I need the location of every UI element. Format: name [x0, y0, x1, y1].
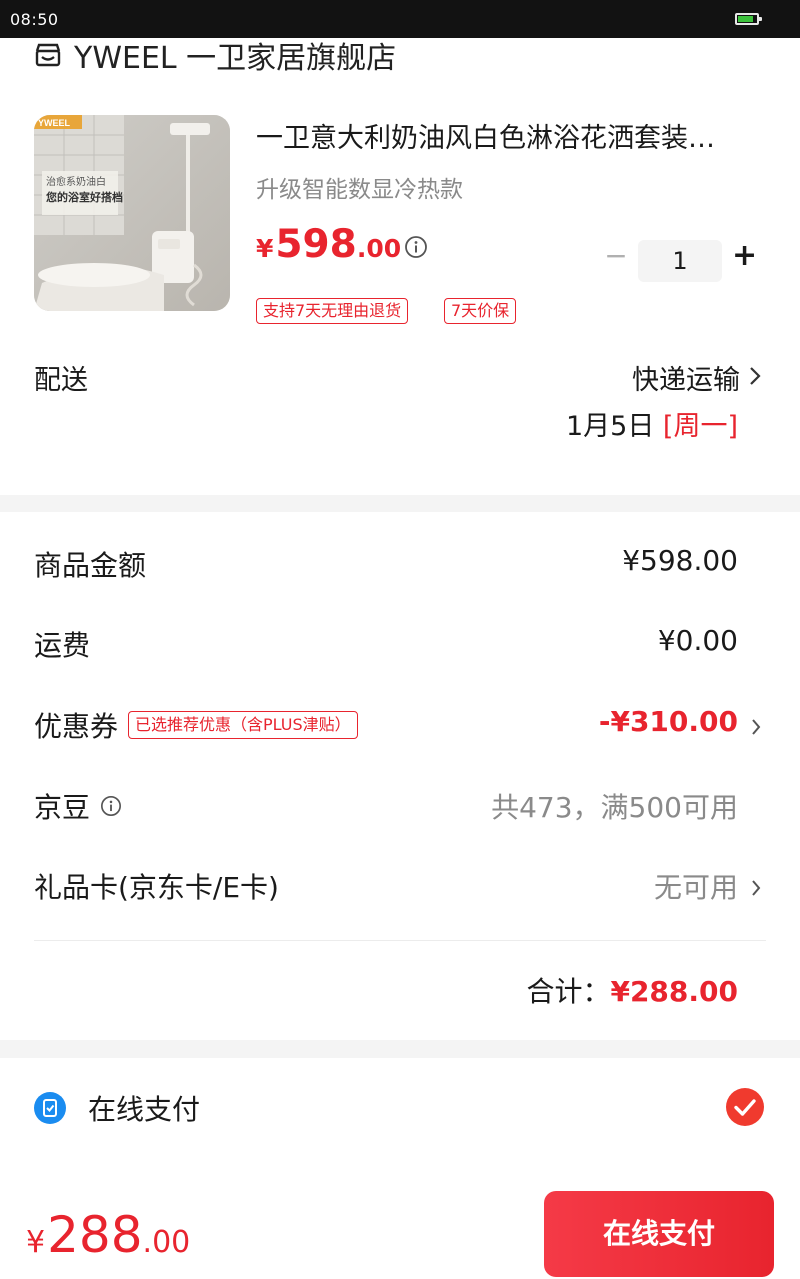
- svg-text:YWEEL: YWEEL: [38, 118, 71, 128]
- product-spec[interactable]: 升级智能数显冷热款: [256, 170, 463, 204]
- quantity-decrease-button[interactable]: −: [604, 242, 628, 270]
- delivery-method[interactable]: 快递运输: [632, 358, 740, 397]
- store-name: YWEEL 一卫家居旗舰店: [74, 41, 397, 76]
- bottom-price-integer: 288: [47, 1206, 143, 1264]
- jingdou-value: 共473，满500可用: [491, 791, 738, 824]
- status-time: 08:50: [10, 10, 59, 29]
- delivery-date-text: 1月5日: [565, 411, 655, 442]
- divider: [34, 940, 766, 941]
- summary-row-shipping: 运费 ¥0.00: [0, 612, 800, 672]
- price-integer: 598: [275, 222, 357, 267]
- chevron-right-icon[interactable]: [748, 365, 762, 387]
- battery-icon: [735, 13, 762, 25]
- gift-card-label: 礼品卡(京东卡/E卡): [34, 871, 279, 904]
- summary-row-gift-card[interactable]: 礼品卡(京东卡/E卡) 无可用: [0, 854, 800, 914]
- svg-text:您的浴室好搭档: 您的浴室好搭档: [46, 190, 123, 204]
- coupon-label: 优惠券: [34, 710, 119, 743]
- payment-card: 在线支付 ¥ 288 .00 在线支付: [0, 1058, 800, 1279]
- coupon-value: -¥310.00: [598, 705, 738, 738]
- online-payment-icon: [34, 1092, 66, 1124]
- jingdou-label: 京豆: [34, 791, 91, 824]
- chevron-right-icon[interactable]: [750, 717, 762, 737]
- coupon-selected-tag: 已选推荐优惠（含PLUS津贴）: [128, 711, 358, 739]
- summary-row-goods-amount: 商品金额 ¥598.00: [0, 532, 800, 592]
- svg-text:治愈系奶油白: 治愈系奶油白: [46, 175, 106, 188]
- bottom-price-currency: ¥: [26, 1225, 46, 1260]
- product-title[interactable]: 一卫意大利奶油风白色淋浴花洒套装…: [256, 116, 768, 155]
- product-price: ¥ 598 .00: [256, 222, 401, 267]
- bottom-total-price: ¥ 288 .00: [26, 1206, 190, 1264]
- shipping-label: 运费: [34, 629, 91, 662]
- order-total: 合计：¥288.00: [526, 970, 738, 1010]
- info-icon[interactable]: [404, 235, 428, 259]
- info-icon[interactable]: [100, 795, 122, 817]
- price-protect-tag: 7天价保: [444, 298, 517, 324]
- gift-card-value: 无可用: [653, 871, 738, 904]
- checkmark-icon[interactable]: [726, 1088, 764, 1126]
- total-value: ¥288.00: [610, 975, 738, 1008]
- price-currency: ¥: [256, 234, 274, 263]
- delivery-weekday: [周一]: [662, 411, 738, 442]
- return-policy-tag: 支持7天无理由退货: [256, 298, 409, 324]
- delivery-label: 配送: [34, 365, 88, 396]
- goods-amount-value: ¥598.00: [622, 544, 738, 577]
- goods-amount-label: 商品金额: [34, 549, 147, 582]
- price-decimal: .00: [356, 234, 402, 263]
- summary-row-jingdou: 京豆 共473，满500可用: [0, 774, 800, 834]
- order-summary-card: 商品金额 ¥598.00 运费 ¥0.00 优惠券 已选推荐优惠（含PLUS津贴…: [0, 512, 800, 1040]
- chevron-right-icon[interactable]: [750, 878, 762, 898]
- total-label: 合计：: [526, 975, 611, 1008]
- store-icon: [35, 43, 61, 67]
- bottom-price-decimal: .00: [142, 1225, 191, 1260]
- order-item-card: YWEEL 一卫家居旗舰店 YWEEL 治愈系奶油白 您的浴室好搭档 一卫意大利…: [0, 38, 800, 495]
- quantity-input[interactable]: 1: [638, 240, 722, 282]
- delivery-date[interactable]: 1月5日 [周一]: [566, 404, 738, 443]
- shipping-value: ¥0.00: [657, 624, 738, 657]
- payment-method-label[interactable]: 在线支付: [88, 1088, 200, 1128]
- product-image[interactable]: YWEEL 治愈系奶油白 您的浴室好搭档: [34, 115, 230, 311]
- summary-row-coupon[interactable]: 优惠券 已选推荐优惠（含PLUS津贴） -¥310.00: [0, 693, 800, 753]
- store-header[interactable]: YWEEL 一卫家居旗舰店: [34, 32, 396, 78]
- pay-online-button[interactable]: 在线支付: [544, 1191, 774, 1277]
- quantity-increase-button[interactable]: +: [732, 241, 757, 271]
